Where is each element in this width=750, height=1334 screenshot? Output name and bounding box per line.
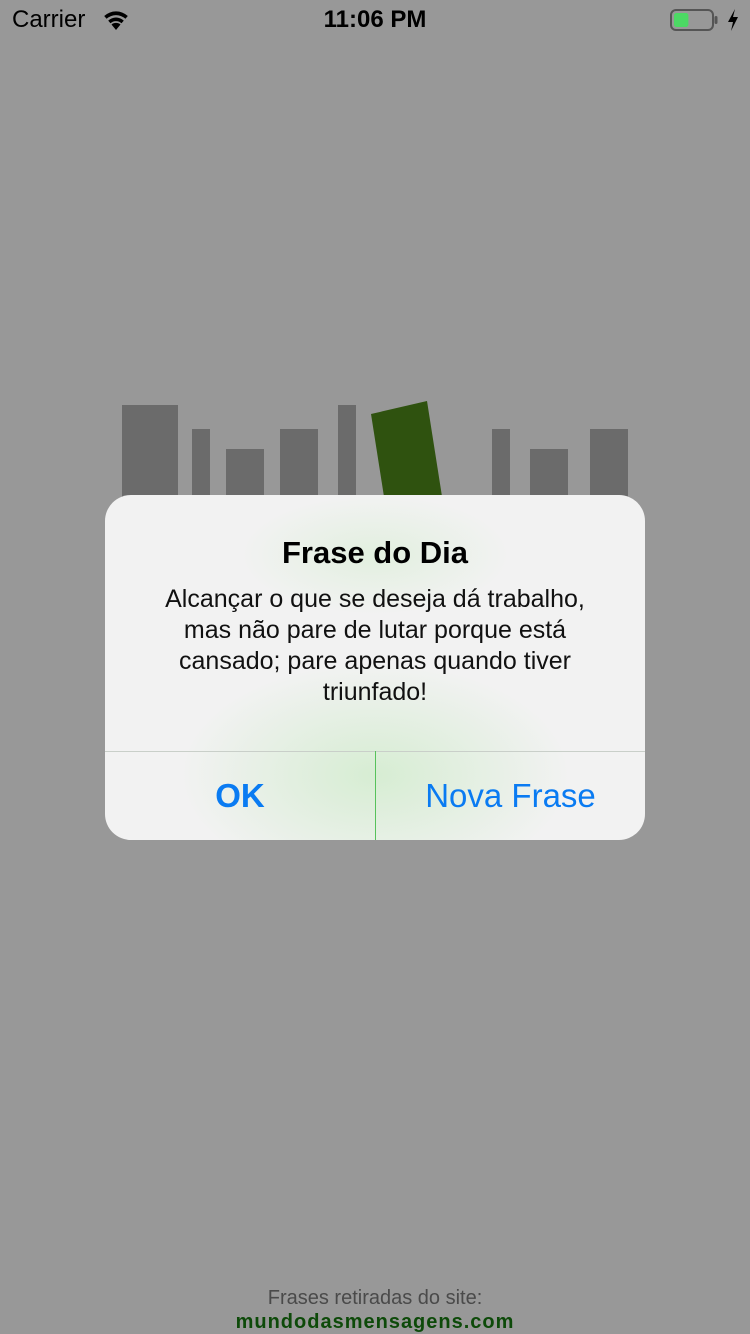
alert-message-line: mas não pare de lutar porque está <box>183 616 567 644</box>
alert-message: Alcançar o que se deseja dá trabalho, ma… <box>135 584 615 708</box>
new-quote-button[interactable]: Nova Frase <box>376 752 645 840</box>
alert-message-line: triunfado! <box>322 678 428 706</box>
alert-message-line: cansado; pare apenas quando tiver <box>179 647 571 675</box>
source-caption: Frases retiradas do site: <box>267 1287 483 1309</box>
alert-message-line: Alcançar o que se deseja dá trabalho, <box>165 585 585 613</box>
ok-button[interactable]: OK <box>105 752 375 840</box>
alert-title: Frase do Dia <box>281 535 469 570</box>
source-site-link[interactable]: mundodasmensagens.com <box>0 1311 750 1334</box>
quote-alert-dialog: Frase do Dia Alcançar o que se deseja dá… <box>105 495 645 840</box>
